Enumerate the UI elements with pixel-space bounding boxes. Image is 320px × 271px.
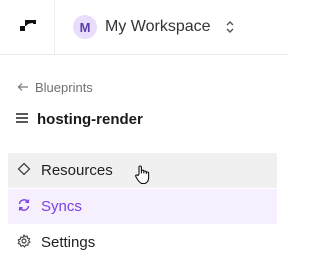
workspace-avatar: M: [73, 15, 97, 39]
blueprint-title-text: hosting-render: [37, 111, 143, 128]
back-to-blueprints-link[interactable]: Blueprints: [17, 80, 93, 95]
logo[interactable]: [0, 0, 55, 54]
back-link-label: Blueprints: [35, 80, 93, 95]
blueprint-title: hosting-render: [15, 111, 143, 128]
nav-item-label: Resources: [41, 162, 113, 179]
diamond-icon: [17, 162, 31, 180]
workspace-switcher[interactable]: M My Workspace: [73, 13, 235, 41]
sync-icon: [17, 198, 31, 216]
app-logo-icon: [20, 20, 36, 31]
nav-item-label: Settings: [41, 234, 96, 251]
gear-icon: [17, 233, 31, 252]
nav-item-syncs[interactable]: Syncs: [8, 189, 277, 224]
arrow-left-icon: [17, 80, 29, 95]
workspace-name: My Workspace: [105, 18, 211, 35]
chevron-up-down-icon: [225, 20, 235, 34]
nav-item-settings[interactable]: Settings: [8, 225, 277, 260]
top-bar: M My Workspace: [0, 0, 288, 55]
hand-cursor-icon: [134, 165, 152, 190]
nav-item-label: Syncs: [41, 198, 82, 215]
list-icon: [15, 111, 29, 128]
